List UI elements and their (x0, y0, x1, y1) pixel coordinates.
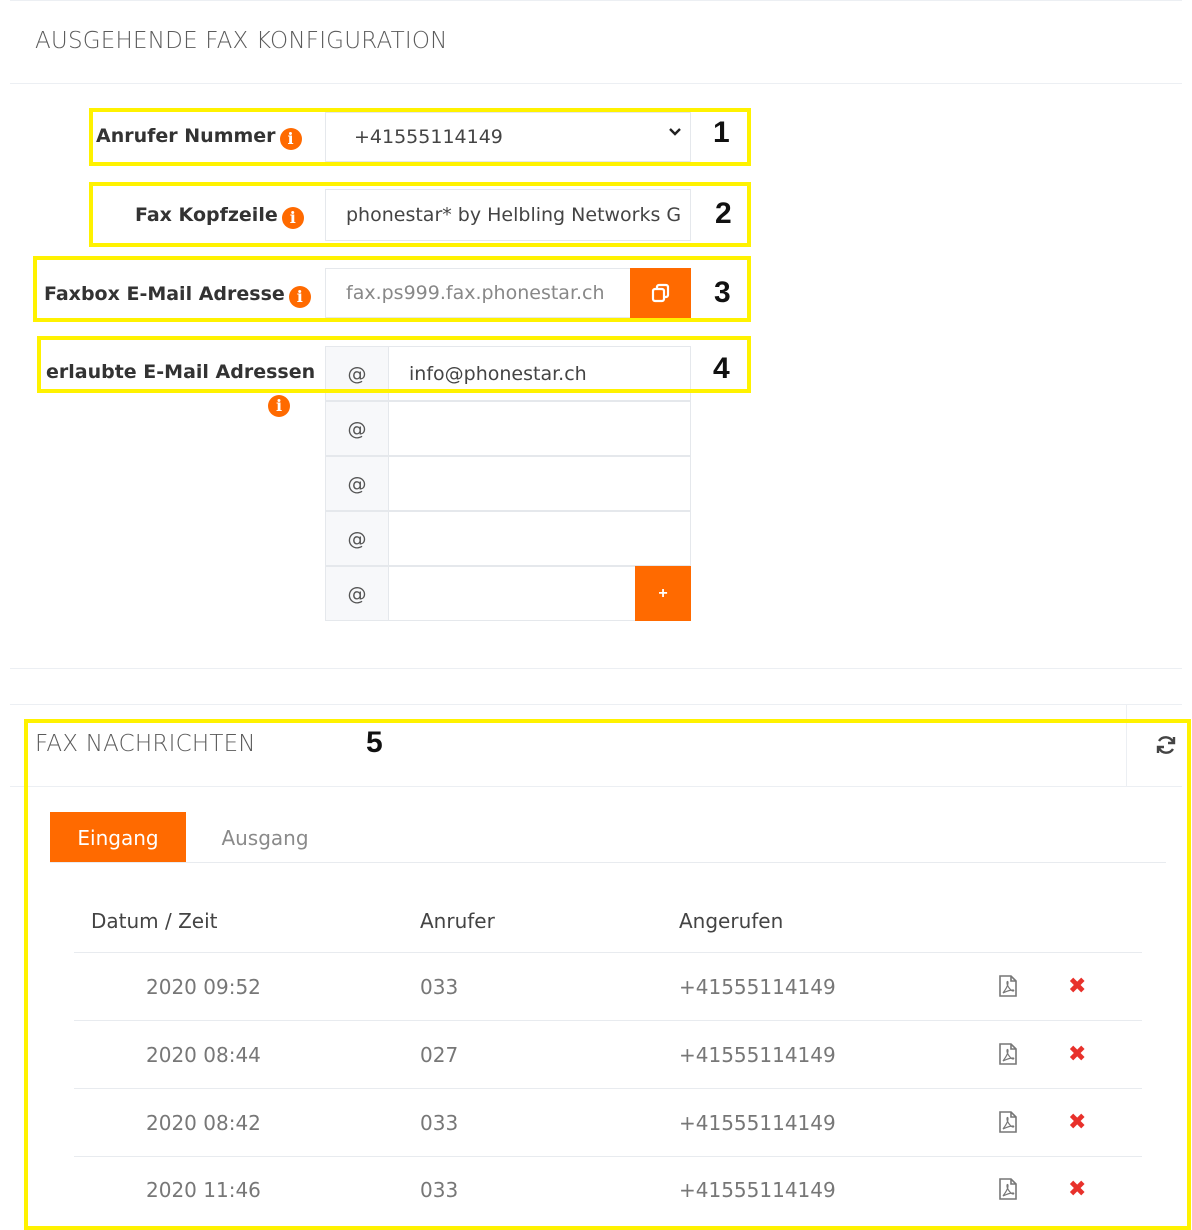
delete-button[interactable]: ✖ (1068, 974, 1086, 999)
email-at-addon: @ (325, 511, 389, 566)
faxbox-email-field[interactable]: fax.ps999.fax.phonestar.ch (325, 268, 631, 318)
row-divider (74, 1088, 1142, 1089)
header-divider (1126, 704, 1127, 787)
pdf-icon[interactable] (998, 1042, 1018, 1066)
column-header-called: Angerufen (679, 909, 784, 933)
email-at-addon: @ (325, 566, 389, 621)
column-header-datetime: Datum / Zeit (91, 909, 218, 933)
pdf-icon[interactable] (998, 1177, 1018, 1201)
row-divider (74, 952, 1142, 953)
fax-messages-title: FAX NACHRICHTEN (35, 731, 256, 757)
row-datetime: 2020 08:42 (146, 1111, 261, 1135)
outgoing-config-title: AUSGEHENDE FAX KONFIGURATION (35, 28, 448, 54)
add-email-button[interactable]: + (635, 566, 691, 621)
info-icon[interactable]: i (288, 286, 311, 308)
row-called: +41555114149 (679, 1043, 836, 1067)
pdf-icon[interactable] (998, 974, 1018, 998)
annotation-number-1: 1 (713, 116, 730, 149)
email-at-addon: @ (325, 456, 389, 511)
refresh-icon (1156, 736, 1176, 754)
annotation-number-3: 3 (714, 276, 731, 309)
row-caller: 033 (420, 975, 459, 999)
allowed-emails-label: erlaubte E-Mail Adressen (46, 361, 316, 383)
email-at-addon: @ (325, 346, 389, 401)
caller-number-select[interactable]: +41555114149 (325, 112, 691, 162)
copy-email-button[interactable] (630, 268, 691, 318)
row-divider (74, 1020, 1142, 1021)
column-header-caller: Anrufer (420, 909, 495, 933)
email-at-addon: @ (325, 401, 389, 456)
info-icon[interactable]: i (279, 128, 302, 150)
tab-eingang[interactable]: Eingang (50, 812, 186, 863)
allowed-email-input[interactable] (388, 566, 636, 621)
row-called: +41555114149 (679, 1178, 836, 1202)
row-called: +41555114149 (679, 1111, 836, 1135)
allowed-email-input[interactable] (388, 511, 691, 566)
tab-ausgang[interactable]: Ausgang (200, 812, 330, 863)
row-caller: 033 (420, 1178, 459, 1202)
row-divider (74, 1156, 1142, 1157)
annotation-number-5: 5 (366, 726, 383, 759)
row-datetime: 2020 09:52 (146, 975, 261, 999)
row-datetime: 2020 11:46 (146, 1178, 261, 1202)
allowed-email-input[interactable]: info@phonestar.ch (388, 346, 691, 401)
allowed-email-input[interactable] (388, 456, 691, 511)
annotation-number-2: 2 (715, 197, 732, 230)
info-icon[interactable]: i (281, 207, 304, 229)
faxbox-email-label: Faxbox E-Mail Adresse i (44, 283, 311, 308)
row-called: +41555114149 (679, 975, 836, 999)
chevron-down-icon (669, 128, 681, 136)
delete-button[interactable]: ✖ (1068, 1042, 1086, 1067)
allowed-email-input[interactable] (388, 401, 691, 456)
section-divider (10, 668, 1182, 669)
fax-header-input[interactable]: phonestar* by Helbling Networks G (325, 189, 691, 241)
annotation-number-4: 4 (713, 352, 730, 385)
copy-icon (651, 283, 669, 303)
row-datetime: 2020 08:44 (146, 1043, 261, 1067)
refresh-button[interactable] (1154, 733, 1178, 757)
delete-button[interactable]: ✖ (1068, 1110, 1086, 1135)
caller-number-label: Anrufer Nummer i (96, 125, 302, 150)
fax-header-label: Fax Kopfzeile i (135, 204, 304, 229)
tab-divider (50, 862, 1166, 863)
row-caller: 033 (420, 1111, 459, 1135)
info-icon[interactable]: i (268, 395, 290, 417)
row-caller: 027 (420, 1043, 459, 1067)
delete-button[interactable]: ✖ (1068, 1177, 1086, 1202)
pdf-icon[interactable] (998, 1110, 1018, 1134)
